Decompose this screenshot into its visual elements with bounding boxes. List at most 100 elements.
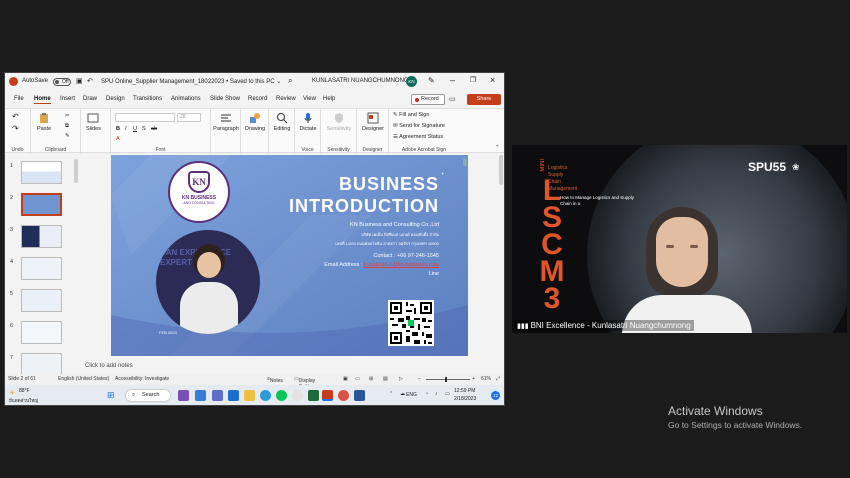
send-for-signature-button[interactable]: ✉ Send for Signature	[393, 123, 445, 129]
slide-thumbnail-7[interactable]	[21, 353, 62, 376]
zoom-level[interactable]: 61%	[481, 376, 491, 382]
tab-review[interactable]: Review	[276, 96, 296, 102]
tab-help[interactable]: Help	[323, 96, 335, 102]
tab-insert[interactable]: Insert	[60, 96, 75, 102]
display-settings-button[interactable]: ▭ Display Settings	[294, 376, 317, 390]
comment-status-icon[interactable]: ▣	[343, 376, 348, 382]
tab-design[interactable]: Design	[106, 96, 125, 102]
notification-badge[interactable]: 12	[491, 391, 500, 400]
tab-view[interactable]: View	[303, 96, 316, 102]
zoom-out-icon[interactable]: –	[418, 376, 421, 382]
italic-button[interactable]: I	[125, 126, 127, 132]
bold-button[interactable]: B	[116, 126, 120, 132]
format-painter-icon[interactable]: ✎	[65, 133, 70, 139]
tab-slide-show[interactable]: Slide Show	[210, 96, 240, 102]
excel-icon[interactable]	[308, 390, 319, 401]
tray-chevron-icon[interactable]: ⌃	[389, 391, 393, 397]
user-name[interactable]: KUNLASATRI NUANGCHUMNONG	[312, 78, 409, 84]
drawing-button[interactable]: Drawing	[242, 112, 268, 132]
clock-date[interactable]: 2/18/2023	[454, 396, 476, 402]
notes-toggle[interactable]: ≡ Notes	[267, 376, 283, 384]
file-explorer-icon[interactable]	[244, 390, 255, 401]
designer-button[interactable]: Designer	[359, 112, 387, 132]
font-name-select[interactable]	[115, 113, 175, 122]
edge-icon[interactable]	[260, 390, 271, 401]
teams-icon[interactable]	[212, 390, 223, 401]
sensitivity-button[interactable]: Sensitivity	[323, 112, 355, 132]
accessibility-status[interactable]: Accessibility: Investigate	[115, 376, 169, 382]
slideshow-icon[interactable]: ▷	[399, 376, 403, 382]
zoom-slider-thumb[interactable]	[445, 377, 447, 382]
windows-start-icon[interactable]: ⊞	[107, 390, 115, 401]
slides-button[interactable]: Slides	[86, 112, 101, 132]
tab-file[interactable]: File	[14, 96, 24, 102]
volume-icon[interactable]: ♪	[435, 391, 438, 397]
font-size-select[interactable]: 28	[177, 113, 201, 122]
wifi-icon[interactable]: ◔	[425, 391, 428, 397]
tab-home[interactable]: Home	[34, 96, 51, 104]
battery-icon[interactable]: ▭	[445, 391, 450, 397]
tab-animations[interactable]: Animations	[171, 96, 201, 102]
paste-button[interactable]: Paste	[37, 112, 51, 132]
task-view-icon[interactable]	[195, 390, 206, 401]
tab-draw[interactable]: Draw	[83, 96, 97, 102]
zoom-slider[interactable]	[426, 377, 470, 382]
participant-video-tile[interactable]: MINI Logistics Supply Chain Management L…	[512, 145, 847, 333]
pen-icon[interactable]: ✎	[428, 76, 435, 85]
strikethrough-button[interactable]: ab	[151, 126, 157, 132]
search-icon[interactable]: ⌕	[288, 76, 292, 86]
word-icon[interactable]	[354, 390, 365, 401]
save-icon[interactable]: ▣	[76, 77, 83, 85]
close-icon[interactable]: ×	[490, 75, 495, 85]
onedrive-icon[interactable]: ☁	[400, 391, 405, 397]
video-call-app-icon[interactable]	[178, 390, 189, 401]
input-language[interactable]: ENG	[406, 392, 417, 398]
zoom-in-icon[interactable]: +	[472, 376, 475, 382]
slide-thumbnail-2[interactable]	[21, 193, 62, 216]
slide-thumbnail-5[interactable]	[21, 289, 62, 312]
undo-quick-icon[interactable]: ↶	[87, 77, 93, 85]
powerpoint-taskbar-icon[interactable]	[322, 390, 333, 401]
tab-record[interactable]: Record	[248, 96, 267, 102]
weather-temp[interactable]: 88°F	[19, 388, 30, 394]
slide-canvas[interactable]: KN KN BUSINESS AND CONSULTING DAN EXPERI…	[111, 155, 468, 356]
outlook-icon[interactable]	[228, 390, 239, 401]
taskbar-search[interactable]: ⌕ Search	[125, 389, 171, 402]
cut-icon[interactable]: ✂	[65, 113, 70, 119]
tab-transitions[interactable]: Transitions	[133, 96, 162, 102]
redo-icon[interactable]: ↷	[12, 124, 19, 133]
thumbnail-scrollbar[interactable]	[74, 159, 78, 183]
slide-thumbnail-6[interactable]	[21, 321, 62, 344]
notes-pane[interactable]: Click to add notes	[81, 359, 501, 373]
slide-thumbnail-4[interactable]	[21, 257, 62, 280]
autosave-toggle[interactable]: Off	[53, 78, 71, 86]
shadow-button[interactable]: S	[142, 126, 146, 132]
comments-icon[interactable]: ▭	[449, 95, 456, 103]
line-app-icon[interactable]	[276, 390, 287, 401]
dictate-button[interactable]: Dictate	[296, 112, 320, 132]
camera-icon[interactable]	[292, 390, 303, 401]
editing-button[interactable]: Editing	[270, 112, 294, 132]
record-button[interactable]: Record	[411, 94, 445, 105]
document-title[interactable]: SPU Online_Supplier Management_18022023 …	[101, 78, 281, 85]
slide-thumbnail-1[interactable]	[21, 161, 62, 184]
chrome-icon[interactable]	[338, 390, 349, 401]
language-status[interactable]: English (United States)	[58, 376, 109, 382]
reading-view-icon[interactable]: ▤	[383, 376, 388, 382]
share-button[interactable]: Share	[467, 94, 501, 105]
weather-desc[interactable]: มีแดดส่วนใหญ่	[9, 397, 38, 404]
underline-button[interactable]: U	[133, 126, 137, 132]
slide-thumbnail-3[interactable]	[21, 225, 62, 248]
minimize-icon[interactable]: –	[450, 75, 455, 85]
undo-icon[interactable]: ↶	[12, 112, 19, 121]
font-color-button[interactable]: A	[116, 136, 120, 142]
paragraph-button[interactable]: Paragraph	[212, 112, 240, 132]
clock-time[interactable]: 12:59 PM	[454, 388, 475, 394]
slide-sorter-icon[interactable]: ⊞	[369, 376, 373, 382]
copy-icon[interactable]: ⧉	[65, 123, 69, 130]
normal-view-icon[interactable]: ▭	[355, 376, 360, 382]
restore-icon[interactable]: ❐	[470, 76, 476, 84]
agreement-status-button[interactable]: ☰ Agreement Status	[393, 134, 443, 140]
user-avatar[interactable]: KN	[406, 76, 417, 87]
slide-scrollbar[interactable]	[499, 155, 503, 185]
